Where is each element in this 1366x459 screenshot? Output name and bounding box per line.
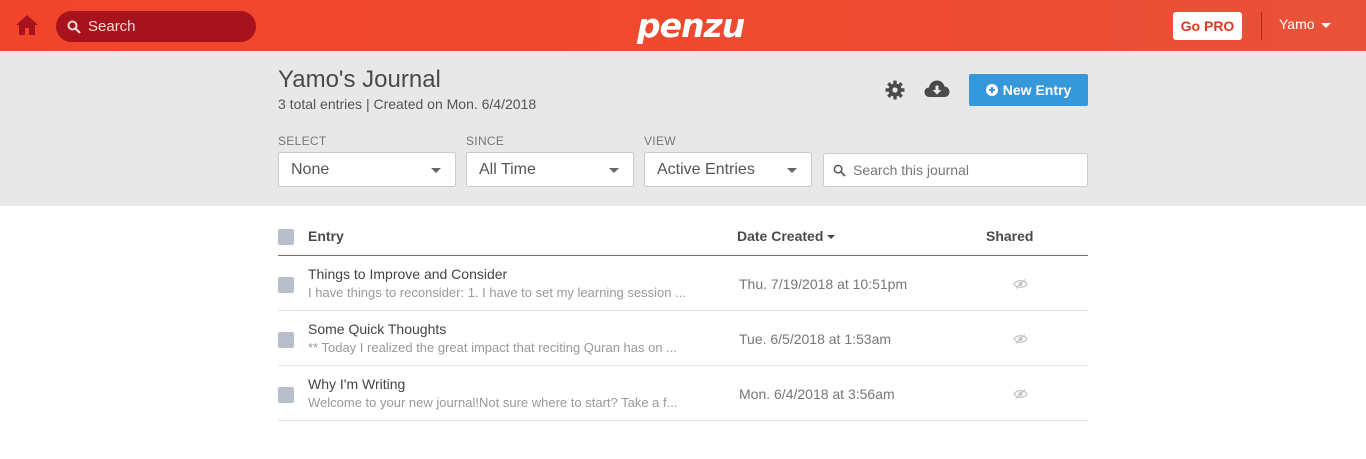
penzu-logo[interactable]: penzu (637, 6, 745, 45)
new-entry-label: New Entry (1002, 82, 1072, 98)
eye-slash-icon (1013, 279, 1028, 289)
user-name: Yamo (1279, 16, 1315, 32)
gear-icon[interactable] (885, 80, 905, 100)
user-menu[interactable]: Yamo (1279, 16, 1331, 32)
date-column-header[interactable]: Date Created (737, 228, 836, 244)
sort-desc-icon (827, 235, 836, 240)
go-pro-button[interactable]: Go PRO (1173, 12, 1242, 40)
since-filter-label: SINCE (466, 134, 505, 148)
topbar-divider (1261, 12, 1262, 40)
journal-search-placeholder: Search this journal (853, 162, 969, 178)
row-divider (278, 365, 1088, 366)
home-icon[interactable] (15, 14, 39, 36)
date-column-label: Date Created (737, 228, 824, 244)
chevron-down-icon (431, 168, 441, 173)
entry-date: Mon. 6/4/2018 at 3:56am (739, 386, 895, 402)
entry-title[interactable]: Some Quick Thoughts (308, 321, 446, 337)
view-filter-label: VIEW (644, 134, 676, 148)
row-checkbox[interactable] (278, 277, 294, 293)
view-dropdown[interactable]: Active Entries (644, 152, 812, 187)
entry-excerpt[interactable]: ** Today I realized the great impact tha… (308, 340, 677, 355)
global-search-placeholder: Search (88, 18, 136, 35)
entry-title[interactable]: Why I'm Writing (308, 376, 405, 392)
search-icon (67, 20, 81, 34)
chevron-down-icon (787, 168, 797, 173)
journal-title: Yamo's Journal (278, 66, 441, 93)
global-search-input[interactable]: Search (56, 11, 256, 42)
table-header-divider (278, 255, 1088, 256)
select-all-checkbox[interactable] (278, 229, 294, 245)
row-divider (278, 310, 1088, 311)
caret-down-icon (1320, 22, 1331, 28)
eye-slash-icon (1013, 334, 1028, 344)
select-filter-label: SELECT (278, 134, 327, 148)
row-checkbox[interactable] (278, 387, 294, 403)
chevron-down-icon (609, 168, 619, 173)
top-navbar: Search penzu Go PRO Yamo (0, 0, 1366, 51)
cloud-download-icon[interactable] (924, 79, 950, 99)
row-divider (278, 420, 1088, 421)
view-dropdown-value: Active Entries (657, 160, 755, 178)
select-dropdown-value: None (291, 160, 330, 178)
journal-header: Yamo's Journal 3 total entries | Created… (0, 51, 1366, 206)
journal-search-input[interactable]: Search this journal (823, 153, 1088, 187)
since-dropdown[interactable]: All Time (466, 152, 634, 187)
entry-date: Tue. 6/5/2018 at 1:53am (739, 331, 892, 347)
shared-column-header: Shared (986, 228, 1034, 244)
plus-circle-icon (985, 84, 998, 96)
entry-title[interactable]: Things to Improve and Consider (308, 266, 507, 282)
select-dropdown[interactable]: None (278, 152, 456, 187)
entry-excerpt[interactable]: Welcome to your new journal!Not sure whe… (308, 395, 677, 410)
entry-column-header[interactable]: Entry (308, 228, 344, 244)
journal-subtitle: 3 total entries | Created on Mon. 6/4/20… (278, 96, 537, 112)
search-icon (833, 164, 846, 177)
entry-excerpt[interactable]: I have things to reconsider: 1. I have t… (308, 285, 686, 300)
new-entry-button[interactable]: New Entry (969, 74, 1088, 106)
row-checkbox[interactable] (278, 332, 294, 348)
eye-slash-icon (1013, 389, 1028, 399)
entry-date: Thu. 7/19/2018 at 10:51pm (739, 276, 908, 292)
since-dropdown-value: All Time (479, 160, 536, 178)
